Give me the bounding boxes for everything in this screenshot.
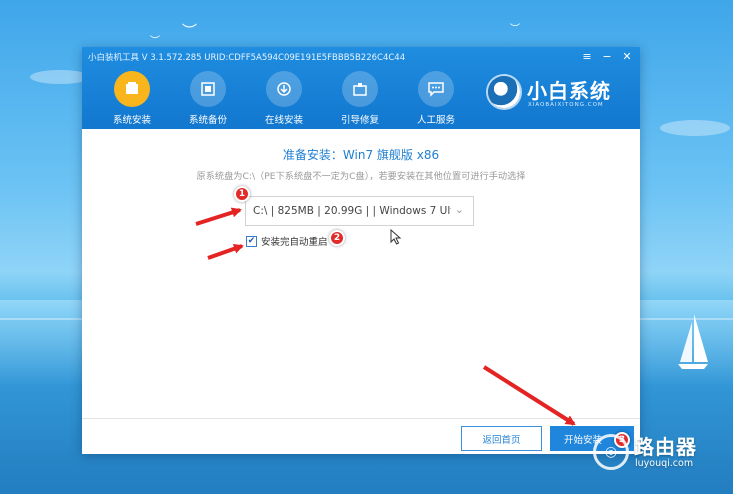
annotation-arrows: [195, 207, 576, 426]
arrow-2: [207, 243, 244, 260]
arrow-3: [482, 365, 576, 426]
annotation-marker-1: 1: [234, 186, 250, 202]
arrow-1: [195, 207, 242, 226]
annotation-marker-2: 2: [329, 230, 345, 246]
watermark-url: luyouqi.com: [635, 458, 694, 469]
site-watermark: ◎ 路由器 luyouqi.com: [593, 430, 729, 476]
router-logo-icon: ◎: [593, 434, 629, 470]
watermark-text: 路由器: [634, 435, 697, 459]
